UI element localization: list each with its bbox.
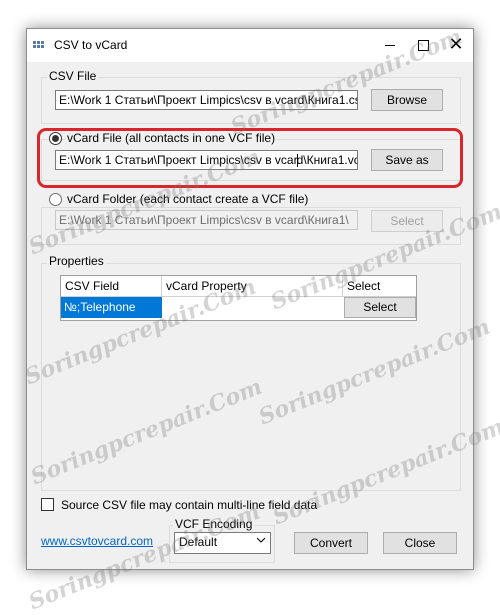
column-header-vcard-property[interactable]: vCard Property: [162, 276, 343, 297]
app-icon: [33, 41, 47, 50]
column-header-csv-field[interactable]: CSV Field: [61, 276, 162, 297]
highlight-frame: [37, 128, 463, 188]
vcard-folder-radio[interactable]: [49, 193, 62, 206]
convert-button[interactable]: Convert: [294, 532, 368, 554]
properties-group-label: Properties: [47, 254, 106, 268]
minimize-button[interactable]: [375, 33, 405, 57]
close-window-button[interactable]: ✕: [441, 33, 471, 57]
browse-button[interactable]: Browse: [371, 89, 443, 111]
website-link[interactable]: www.csvtovcard.com: [41, 534, 153, 548]
vcard-folder-select-button[interactable]: Select: [371, 210, 443, 232]
minimize-icon: [385, 45, 395, 46]
column-header-select[interactable]: Select: [343, 276, 416, 297]
vcf-encoding-select[interactable]: Default: [174, 532, 271, 554]
csv-file-path-input[interactable]: E:\Work 1 Статьи\Проект Limpics\csv в vc…: [55, 90, 358, 110]
cell-vcard-property[interactable]: [162, 297, 343, 318]
vcard-folder-radio-label: vCard Folder (each contact create a VCF …: [65, 192, 311, 206]
chevron-down-icon: [257, 537, 265, 543]
maximize-icon: [418, 40, 429, 51]
close-button[interactable]: Close: [383, 532, 457, 554]
vcf-encoding-value: Default: [179, 535, 218, 549]
vcf-encoding-label: VCF Encoding: [173, 517, 255, 531]
csv-to-vcard-window: CSV to vCard ✕ CSV File E:\Work 1 Статьи…: [21, 24, 500, 615]
multiline-checkbox-label: Source CSV file may contain multi-line f…: [61, 498, 318, 512]
window-title: CSV to vCard: [54, 38, 128, 52]
close-icon: ✕: [448, 34, 464, 54]
csv-file-group-label: CSV File: [47, 69, 99, 83]
cell-csv-field[interactable]: №;Telephone: [61, 297, 162, 318]
maximize-button[interactable]: [408, 33, 438, 57]
row-select-button[interactable]: Select: [344, 297, 416, 318]
vcard-folder-path-input[interactable]: E:\Work 1 Статьи\Проект Limpics\csv в vc…: [55, 210, 358, 230]
properties-grid: CSV Field vCard Property Select №;Teleph…: [60, 275, 417, 321]
title-bar[interactable]: CSV to vCard ✕: [27, 29, 473, 62]
multiline-checkbox[interactable]: [41, 498, 54, 511]
